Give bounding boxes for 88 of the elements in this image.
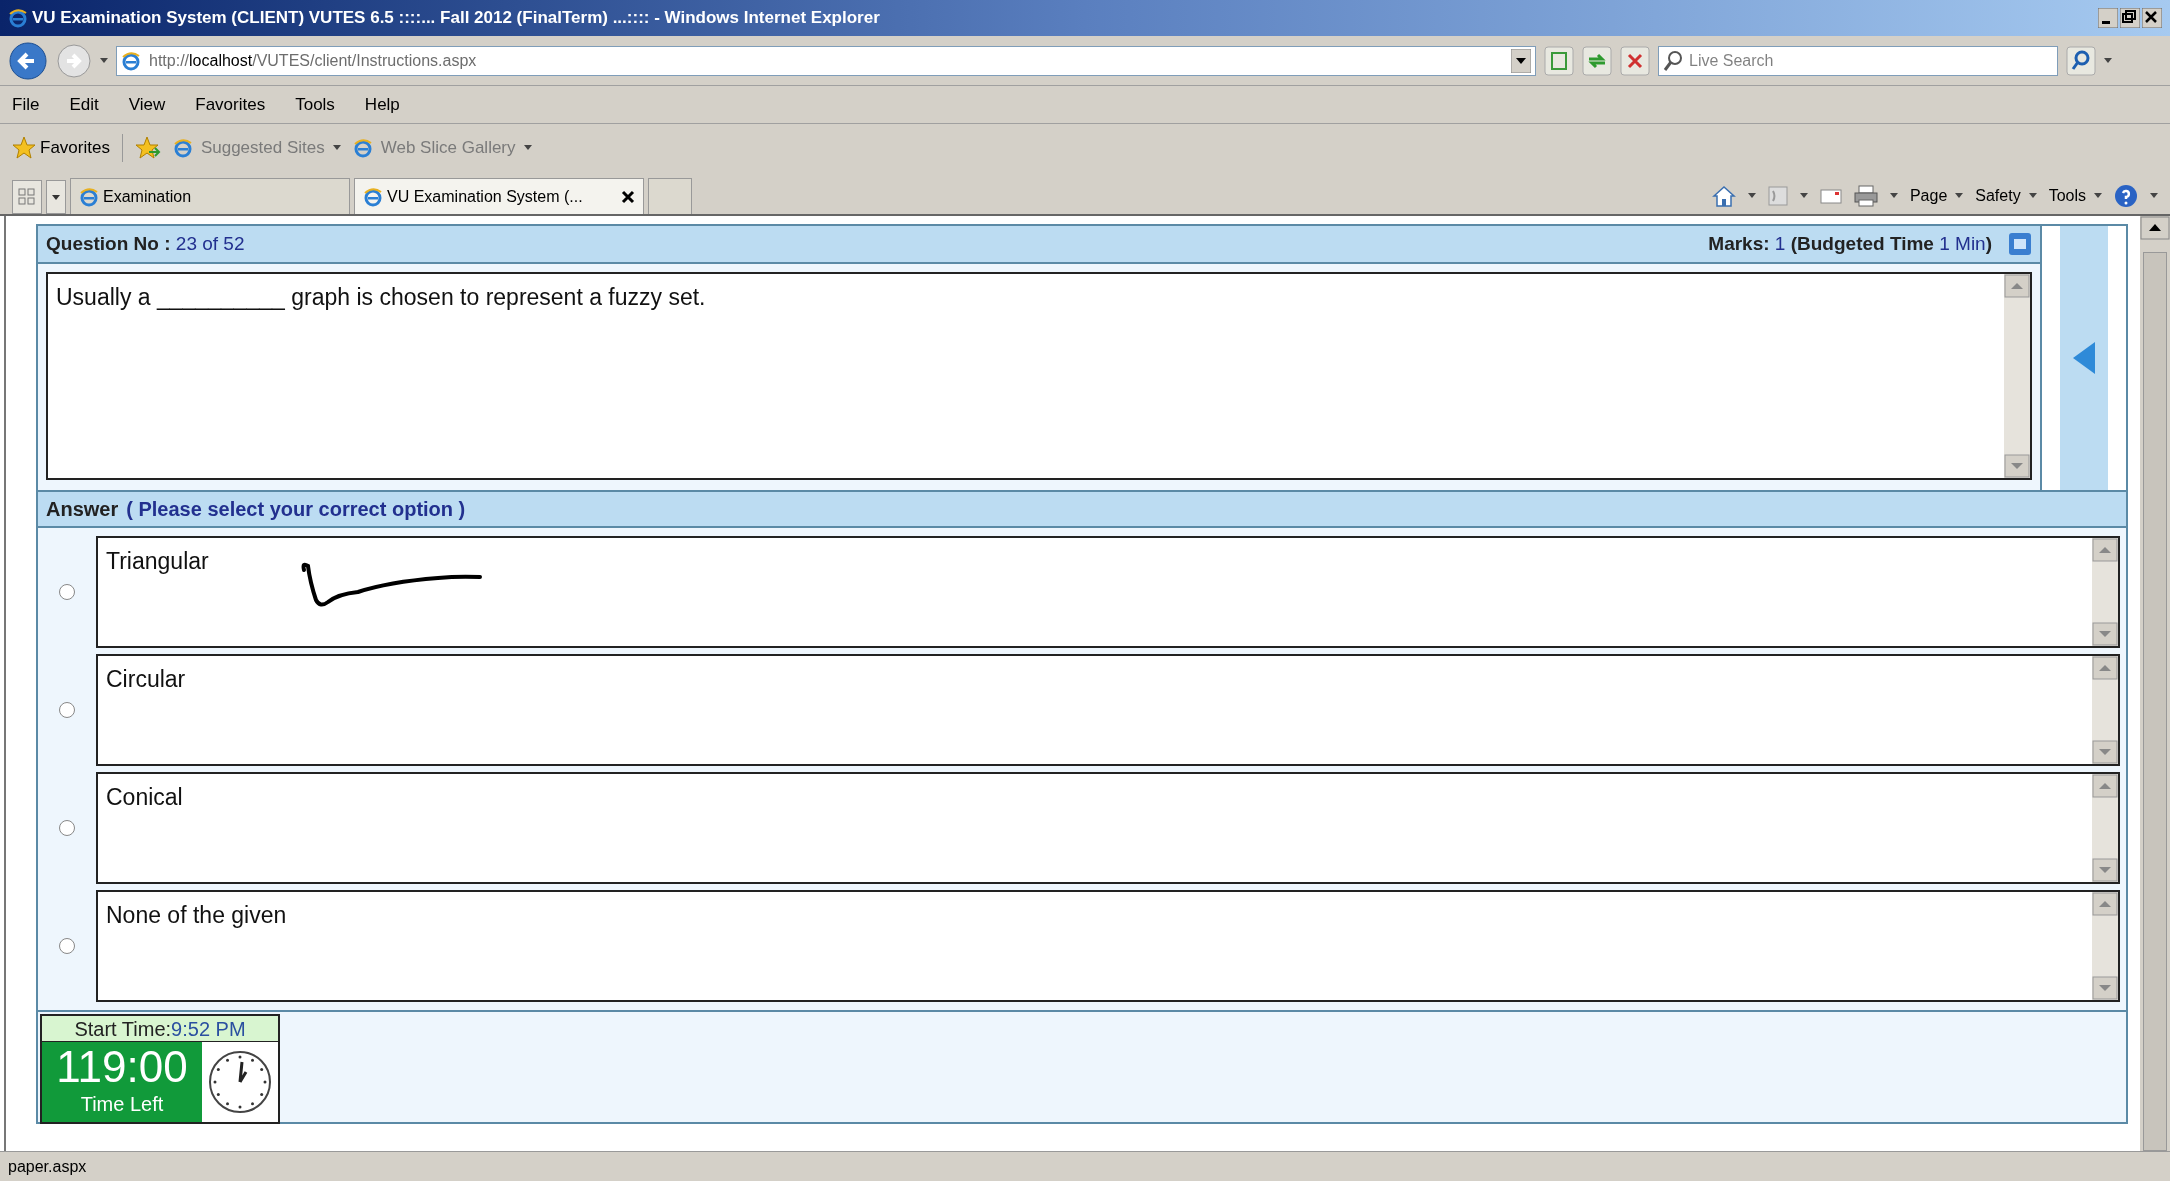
scrollbar[interactable] — [2004, 274, 2030, 478]
question-text: Usually a __________ graph is chosen to represent a fuzzy set. — [55, 283, 707, 312]
add-favorite-icon[interactable] — [134, 136, 161, 160]
page-e-icon — [363, 186, 383, 207]
caret-icon[interactable] — [100, 57, 108, 64]
restore-icon[interactable] — [2120, 8, 2140, 28]
window-title: VU Examination System (CLIENT) VUTES 6.5 ::::... Fall 2012 (FinalTerm) ...:::: - Windows Internet Explorer — [32, 7, 880, 30]
search-icon[interactable] — [2066, 45, 2096, 76]
search-field[interactable]: Live Search — [1658, 45, 2058, 76]
caret-icon[interactable] — [2150, 193, 2158, 199]
browser-e-icon — [8, 8, 28, 28]
radio-button[interactable] — [59, 820, 75, 836]
option-text: Circular — [106, 665, 186, 694]
clock-icon — [208, 1050, 272, 1114]
caret-icon[interactable] — [523, 145, 532, 151]
answer-label: Answer — [46, 497, 119, 522]
command-menu[interactable]: Safety — [1975, 184, 2037, 208]
menu-item[interactable]: Tools — [295, 91, 335, 118]
menu-item[interactable]: Edit — [69, 91, 99, 118]
radio-button[interactable] — [59, 702, 75, 718]
caret-icon[interactable] — [1889, 193, 1898, 199]
scroll-down-icon — [2004, 454, 2030, 478]
mail-icon[interactable] — [1819, 187, 1842, 205]
page-e-icon — [121, 50, 141, 71]
browser-tab[interactable]: VU Examination System (... — [354, 178, 644, 214]
scroll-up-icon — [2004, 274, 2030, 298]
command-menu[interactable]: Tools — [2048, 184, 2102, 208]
status-text: paper.aspx — [8, 1156, 87, 1177]
scroll-up-icon — [2092, 538, 2118, 562]
scroll-down-icon — [2092, 976, 2118, 1000]
refresh-icon[interactable] — [1582, 45, 1612, 76]
scroll-down-icon — [2092, 740, 2118, 764]
close-icon[interactable] — [621, 189, 635, 204]
page-e-icon — [172, 138, 193, 158]
scroll-up-icon — [2092, 656, 2118, 680]
search-icon — [1663, 49, 1683, 72]
star-icon — [12, 136, 36, 160]
tab-list-icon[interactable] — [46, 180, 66, 214]
caret-icon[interactable] — [1955, 193, 1964, 199]
url-text: http://localhost/VUTES/client/Instructions.aspx — [149, 50, 477, 71]
caret-icon[interactable] — [2028, 193, 2037, 199]
caret-icon[interactable] — [332, 145, 341, 151]
menu-item[interactable]: View — [128, 91, 166, 118]
menu-item[interactable]: Help — [364, 91, 400, 118]
help-icon[interactable] — [2114, 184, 2138, 208]
time-left-label: Time Left — [80, 1092, 164, 1117]
scrollbar[interactable] — [2092, 656, 2118, 764]
stop-icon[interactable] — [1620, 45, 1650, 76]
page-e-icon — [352, 138, 373, 158]
scrollbar[interactable] — [2092, 538, 2118, 646]
address-field[interactable]: http://localhost/VUTES/client/Instructions.aspx — [116, 45, 1536, 76]
back-icon[interactable] — [8, 40, 48, 81]
command-menu[interactable]: Page — [1909, 184, 1964, 208]
window-icon[interactable] — [2008, 232, 2032, 256]
scrollbar[interactable] — [2140, 216, 2170, 1151]
scroll-up-icon — [2092, 892, 2118, 916]
time-remaining: 119:00 — [56, 1045, 188, 1089]
browser-tab[interactable]: Examination — [70, 178, 350, 214]
scrollbar[interactable] — [2092, 892, 2118, 1000]
forward-icon[interactable] — [56, 42, 92, 79]
option-text: Triangular — [106, 547, 209, 576]
scroll-up-icon — [2140, 216, 2170, 240]
menu-item[interactable]: File — [12, 91, 40, 118]
scroll-down-icon — [2092, 622, 2118, 646]
radio-button[interactable] — [59, 938, 75, 954]
scrollbar[interactable] — [2092, 774, 2118, 882]
start-time: Start Time:9:52 PM — [42, 1016, 278, 1042]
dropdown-arrow-icon[interactable] — [1511, 48, 1531, 73]
radio-button[interactable] — [59, 584, 75, 600]
menu-item[interactable]: Favorites — [195, 91, 266, 118]
marks-text: Marks: 1 (Budgeted Time 1 Min) — [1708, 231, 1992, 256]
close-icon[interactable] — [2142, 8, 2162, 28]
home-icon[interactable] — [1711, 184, 1736, 208]
option-text: Conical — [106, 783, 183, 812]
answer-hint: ( Please select your correct option ) — [126, 497, 466, 522]
left-arrow-icon[interactable] — [2071, 341, 2097, 375]
scroll-down-icon — [2092, 858, 2118, 882]
minimize-icon[interactable] — [2098, 8, 2118, 28]
page-e-icon — [79, 186, 99, 207]
question-number: Question No : 23 of 52 — [46, 231, 245, 256]
caret-icon[interactable] — [1747, 193, 1756, 199]
option-text: None of the given — [106, 901, 287, 930]
caret-icon[interactable] — [2104, 57, 2112, 64]
favorites-button[interactable]: Favorites — [40, 135, 110, 161]
printer-icon[interactable] — [1853, 185, 1878, 207]
scroll-up-icon — [2092, 774, 2118, 798]
caret-icon[interactable] — [2094, 193, 2102, 199]
caret-icon[interactable] — [1799, 193, 1808, 199]
